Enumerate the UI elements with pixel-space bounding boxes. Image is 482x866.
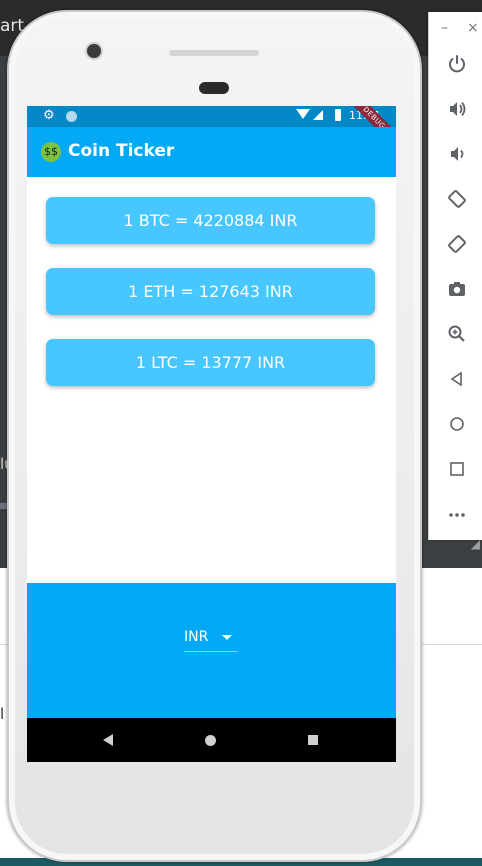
status-bar: ⚙ 11:01 DEBUG (27, 106, 396, 151)
emulator-toolbar: – × (428, 12, 482, 540)
more-icon[interactable] (445, 502, 469, 526)
battery-icon (335, 109, 341, 121)
app-title: Coin Ticker (68, 141, 175, 161)
proximity-sensor (199, 82, 229, 94)
nav-back-icon[interactable] (103, 734, 113, 746)
notification-dot-icon (66, 111, 77, 122)
currency-selected-value: INR (184, 629, 209, 645)
signal-icon (313, 110, 323, 120)
rate-card-btc[interactable]: 1 BTC = 4220884 INR (46, 197, 375, 244)
device-screen: ⚙ 11:01 DEBUG $$ Coin Ticker 1 BTC = 422… (27, 106, 396, 762)
settings-icon: ⚙ (43, 108, 55, 123)
overview-icon[interactable] (445, 457, 469, 481)
close-icon[interactable]: × (467, 20, 479, 36)
ide-arrow-icon: ◢ (470, 537, 480, 551)
rates-list: 1 BTC = 4220884 INR 1 ETH = 127643 INR 1… (27, 177, 396, 583)
rotate-left-icon[interactable] (445, 187, 469, 211)
currency-picker-area: INR (27, 583, 396, 718)
money-face-icon: $$ (41, 142, 61, 162)
dropdown-arrow-icon (222, 635, 232, 640)
app-bar: $$ Coin Ticker (27, 127, 396, 177)
minimize-icon[interactable]: – (441, 20, 448, 36)
zoom-icon[interactable] (445, 322, 469, 346)
back-icon[interactable] (445, 367, 469, 391)
nav-recents-icon[interactable] (308, 735, 318, 745)
earpiece (169, 50, 259, 56)
rate-card-ltc[interactable]: 1 LTC = 13777 INR (46, 339, 375, 386)
home-icon[interactable] (445, 412, 469, 436)
ide-text-fragment-2: l (0, 705, 5, 723)
rate-card-eth[interactable]: 1 ETH = 127643 INR (46, 268, 375, 315)
volume-down-icon[interactable] (445, 142, 469, 166)
wifi-icon (296, 109, 310, 119)
android-nav-bar (27, 718, 396, 762)
front-camera (87, 44, 101, 58)
toolbar-header: – × (429, 20, 482, 40)
nav-home-icon[interactable] (205, 735, 216, 746)
camera-icon[interactable] (445, 277, 469, 301)
power-icon[interactable] (445, 52, 469, 76)
currency-dropdown[interactable]: INR (184, 626, 238, 652)
rotate-right-icon[interactable] (445, 232, 469, 256)
volume-up-icon[interactable] (445, 97, 469, 121)
